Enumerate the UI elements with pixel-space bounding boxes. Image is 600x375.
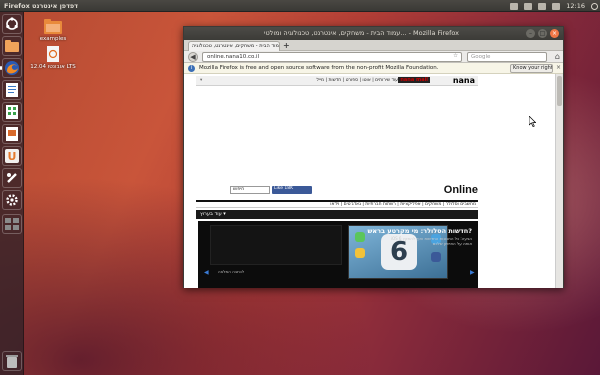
tab-active[interactable]: עמוד הבית - משחקים, אינטרנט, טכנולוגיה..… (188, 41, 280, 51)
window-titlebar[interactable]: עמוד הבית - משחקים, אינטרנט, טכנולוגיה ו… (184, 27, 563, 40)
power-icon[interactable] (591, 2, 598, 10)
desktop-icon-label: אובונטו 12.04 LTS (30, 64, 76, 70)
nana-top-bar: ▾ עוד שירותים | אוטו | ספורט | חדשות | מ… (196, 76, 478, 86)
notification-bar: i Mozilla Firefox is free and open sourc… (184, 63, 563, 74)
notification-text: Mozilla Firefox is free and open source … (199, 65, 439, 71)
window-title: עמוד הבית - משחקים, אינטרנט, טכנולוגיה ו… (264, 29, 460, 37)
desktop-icon-label: examples (39, 36, 67, 42)
system-settings-icon[interactable] (2, 190, 22, 210)
search-placeholder: Google (471, 54, 491, 60)
know-your-rights-button[interactable]: Know your rights... (510, 64, 553, 73)
desktop-icon-examples[interactable]: examples (30, 18, 76, 42)
mail-icon[interactable] (510, 2, 519, 10)
software-center-icon[interactable]: U (2, 146, 22, 166)
url-text: online.nana10.co.il (207, 54, 260, 60)
nana-left-links[interactable]: ▾ (200, 78, 202, 83)
hero-side-panel (210, 225, 342, 265)
clock[interactable]: 12:16 (566, 2, 585, 10)
ubuntu-one-icon[interactable] (2, 168, 22, 188)
back-button[interactable]: ◀ (188, 52, 198, 62)
search-input[interactable]: Google (467, 52, 547, 62)
notes-app-icon (355, 248, 365, 258)
navigation-toolbar: ◀ online.nana10.co.il ☆ Google ⌂ (184, 51, 563, 63)
keyboard-icon[interactable] (538, 2, 547, 10)
firefox-icon[interactable] (2, 58, 22, 78)
dash-home-icon[interactable] (2, 14, 22, 34)
home-icon[interactable]: ⌂ (555, 52, 560, 61)
top-panel: Firefox ‏ דפדפן אינטרנט 12:16 (0, 0, 600, 12)
hero-banner[interactable]: 6 חדשות הסלולר: מי מקרטע בראש? iOS 6 הגי… (198, 221, 478, 288)
notification-close-icon[interactable]: × (556, 64, 561, 71)
mouse-cursor-icon (529, 116, 536, 127)
url-bar[interactable]: online.nana10.co.il ☆ (202, 52, 462, 62)
messages-app-icon (355, 232, 365, 242)
impress-icon[interactable] (2, 124, 22, 144)
close-button[interactable]: × (550, 29, 559, 38)
nana-logo[interactable]: nana (453, 76, 475, 85)
folder-icon (44, 18, 62, 34)
trash-icon[interactable] (2, 351, 22, 371)
maximize-button[interactable]: □ (538, 29, 547, 38)
svg-text:U: U (8, 150, 17, 163)
network-icon[interactable] (524, 2, 533, 10)
launcher: U (0, 12, 24, 375)
online-header: חיפוש Like 18K Online (196, 184, 478, 198)
firefox-window: עמוד הבית - משחקים, אינטרנט, טכנולוגיה ו… (183, 26, 564, 288)
system-tray: 12:16 (510, 0, 598, 12)
online-title[interactable]: Online (444, 184, 478, 196)
tab-strip: עמוד הבית - משחקים, אינטרנט, טכנולוגיה..… (184, 40, 563, 51)
desktop-icon-ubuntu[interactable]: אובונטו 12.04 LTS (30, 46, 76, 70)
bookmark-star-icon[interactable]: ☆ (453, 53, 458, 59)
nana-top-links[interactable]: עוד שירותים | אוטו | ספורט | חדשות | מיי… (316, 78, 398, 83)
more-in-channel-bar[interactable]: עוד בערוץ ▾ (196, 210, 478, 219)
facebook-like-button[interactable]: Like 18K (272, 186, 312, 194)
hero-caption[interactable]: לכתבה המלאה (218, 269, 244, 274)
page-content[interactable]: ▾ עוד שירותים | אוטו | ספורט | חדשות | מ… (184, 74, 563, 288)
calc-icon[interactable] (2, 102, 22, 122)
writer-icon[interactable] (2, 80, 22, 100)
vertical-scrollbar[interactable] (555, 74, 563, 288)
document-icon (44, 46, 62, 62)
site-search-input[interactable]: חיפוש (230, 186, 270, 194)
category-nav[interactable]: מחשבים וסלולר | משחקים | אפליקציות | רשת… (196, 200, 478, 208)
home-folder-icon[interactable] (2, 36, 22, 56)
info-icon: i (188, 65, 195, 72)
hero-next-arrow-icon[interactable]: ▶ (470, 269, 475, 276)
new-tab-button[interactable]: + (283, 42, 291, 50)
scrollbar-thumb[interactable] (557, 76, 562, 106)
nana-mail-logo[interactable]: nana mail (398, 77, 430, 83)
volume-icon[interactable] (552, 2, 561, 10)
app-menu-title[interactable]: Firefox ‏ דפדפן אינטרנט (4, 2, 80, 10)
hero-headline[interactable]: חדשות הסלולר: מי מקרטע בראש? (367, 227, 472, 235)
hero-text: iOS 6 הגיעה: כל התכונות החדשות ואיך להתק… (390, 236, 472, 246)
minimize-button[interactable]: – (526, 29, 535, 38)
window-controls: – □ × (526, 29, 559, 38)
facebook-app-icon (431, 252, 441, 262)
workspace-switcher-icon[interactable] (2, 214, 22, 234)
hero-prev-arrow-icon[interactable]: ◀ (204, 269, 209, 276)
